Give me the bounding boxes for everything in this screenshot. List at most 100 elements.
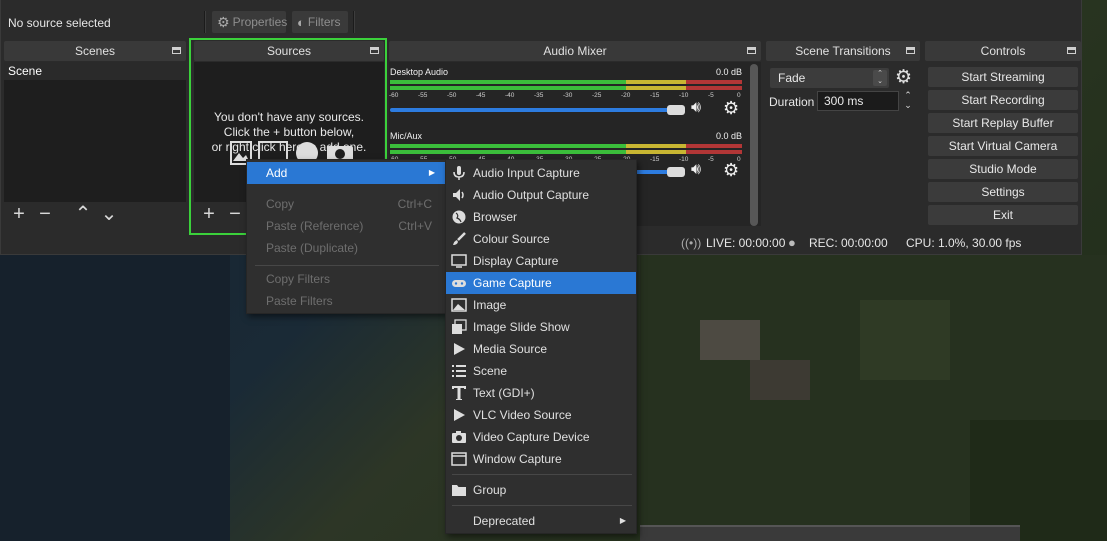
- undock-icon[interactable]: [172, 47, 181, 54]
- mic-aux-volume-handle[interactable]: [667, 167, 685, 177]
- mixer-scrollbar[interactable]: [750, 64, 758, 226]
- undock-icon[interactable]: [1067, 47, 1076, 54]
- settings-label: Settings: [981, 185, 1025, 199]
- menu-item-vlc-video-source[interactable]: VLC Video Source: [446, 404, 636, 426]
- move-down-icon[interactable]: ⌄: [100, 204, 118, 224]
- undock-icon[interactable]: [906, 47, 915, 54]
- menu-item-paste-filters[interactable]: Paste Filters: [247, 290, 445, 312]
- scenes-list[interactable]: Scene: [4, 62, 186, 202]
- media-source-label: Media Source: [473, 342, 548, 356]
- globe-icon: [451, 209, 467, 225]
- studio-mode-button[interactable]: Studio Mode: [928, 159, 1078, 179]
- exit-label: Exit: [992, 208, 1013, 222]
- mic-aux-label: Mic/Aux: [390, 131, 423, 141]
- desktop-audio-volume-handle[interactable]: [667, 105, 685, 115]
- meter-ticks: -60 -55 -50 -45 -40 -35 -30 -25 -20 -15 …: [389, 90, 745, 99]
- image-label: Image: [473, 298, 507, 312]
- scene-label: Scene: [473, 364, 508, 378]
- start-replay-buffer-label: Start Replay Buffer: [952, 116, 1054, 130]
- menu-item-colour-source[interactable]: Colour Source: [446, 228, 636, 250]
- menu-item-browser[interactable]: Browser: [446, 206, 636, 228]
- display-capture-label: Display Capture: [473, 254, 559, 268]
- desktop-audio-volume-slider[interactable]: [390, 108, 670, 112]
- spin-up-icon[interactable]: ⌃: [901, 90, 915, 100]
- tick-label: -10: [679, 92, 689, 99]
- menu-item-image[interactable]: Image: [446, 294, 636, 316]
- duration-input[interactable]: 300 ms: [817, 91, 899, 111]
- speaker-icon: [451, 187, 467, 203]
- add-source-submenu: Audio Input Capture Audio Output Capture…: [445, 159, 637, 534]
- menu-item-video-capture-device[interactable]: Video Capture Device: [446, 426, 636, 448]
- toolbar-separator: [204, 11, 206, 33]
- spin-down-icon[interactable]: ⌄: [901, 100, 915, 110]
- scene-item-label: Scene: [8, 64, 43, 78]
- exit-button[interactable]: Exit: [928, 205, 1078, 225]
- list-icon: [451, 363, 467, 379]
- tick-label: -30: [563, 92, 573, 99]
- menu-item-scene[interactable]: Scene: [446, 360, 636, 382]
- menu-item-window-capture[interactable]: Window Capture: [446, 448, 636, 470]
- tick-label: -15: [650, 92, 660, 99]
- colour-source-label: Colour Source: [473, 232, 550, 246]
- desktop-audio-meter: [390, 80, 742, 84]
- start-streaming-button[interactable]: Start Streaming: [928, 67, 1078, 87]
- play-icon: [451, 341, 467, 357]
- scenes-dock-title: Scenes: [4, 41, 186, 61]
- speaker-icon[interactable]: 🔊︎: [691, 161, 701, 179]
- menu-item-paste-duplicate[interactable]: Paste (Duplicate): [247, 237, 445, 259]
- duration-spinner[interactable]: ⌃ ⌄: [901, 90, 915, 112]
- menu-item-display-capture[interactable]: Display Capture: [446, 250, 636, 272]
- mic-aux-meter: [390, 144, 742, 148]
- filter-icon: ◐: [297, 14, 305, 30]
- menu-item-media-source[interactable]: Media Source: [446, 338, 636, 360]
- camera-icon: [451, 429, 467, 445]
- menu-item-copy[interactable]: Copy Ctrl+C: [247, 193, 445, 215]
- paste-filters-label: Paste Filters: [266, 294, 333, 308]
- add-scene-icon[interactable]: +: [10, 204, 28, 224]
- settings-button[interactable]: Settings: [928, 182, 1078, 202]
- menu-item-image-slide-show[interactable]: Image Slide Show: [446, 316, 636, 338]
- start-recording-button[interactable]: Start Recording: [928, 90, 1078, 110]
- gamepad-icon: [451, 275, 467, 291]
- vlc-video-source-label: VLC Video Source: [473, 408, 572, 422]
- start-virtual-camera-label: Start Virtual Camera: [948, 139, 1058, 153]
- menu-separator: [452, 505, 632, 506]
- gear-icon[interactable]: ⚙: [723, 98, 739, 119]
- remove-scene-icon[interactable]: −: [36, 204, 54, 224]
- menu-item-game-capture[interactable]: Game Capture: [446, 272, 636, 294]
- gear-icon[interactable]: ⚙: [723, 160, 739, 181]
- menu-item-text-gdi[interactable]: Text (GDI+): [446, 382, 636, 404]
- transition-select[interactable]: Fade ⌃ ⌄: [770, 68, 889, 88]
- move-up-icon[interactable]: ⌃: [74, 204, 92, 224]
- transition-gear-icon[interactable]: ⚙: [895, 66, 912, 89]
- toolbar-separator: [353, 11, 355, 33]
- menu-item-add[interactable]: Add ▶: [247, 162, 445, 184]
- scenes-title: Scenes: [74, 44, 116, 58]
- studio-mode-label: Studio Mode: [969, 162, 1037, 176]
- window-icon: [451, 451, 467, 467]
- menu-item-audio-input-capture[interactable]: Audio Input Capture: [446, 162, 636, 184]
- tick-label: -5: [708, 156, 714, 163]
- undock-icon[interactable]: [747, 47, 756, 54]
- menu-item-group[interactable]: Group: [446, 479, 636, 501]
- mixer-dock-title: Audio Mixer: [389, 41, 761, 61]
- speaker-icon[interactable]: 🔊︎: [691, 99, 701, 117]
- tick-label: -60: [389, 92, 399, 99]
- copy-filters-label: Copy Filters: [266, 272, 331, 286]
- start-virtual-camera-button[interactable]: Start Virtual Camera: [928, 136, 1078, 156]
- properties-label: Properties: [232, 15, 288, 29]
- start-replay-buffer-button[interactable]: Start Replay Buffer: [928, 113, 1078, 133]
- group-label: Group: [473, 483, 507, 497]
- menu-item-copy-filters[interactable]: Copy Filters: [247, 268, 445, 290]
- menu-item-deprecated[interactable]: Deprecated ▶: [446, 510, 636, 532]
- menu-item-audio-output-capture[interactable]: Audio Output Capture: [446, 184, 636, 206]
- properties-button[interactable]: ⚙ Properties: [212, 11, 288, 33]
- filters-button[interactable]: ◐ Filters: [292, 11, 348, 33]
- no-source-label: No source selected: [8, 16, 111, 30]
- scene-list-item[interactable]: Scene: [4, 62, 186, 80]
- menu-item-paste-reference[interactable]: Paste (Reference) Ctrl+V: [247, 215, 445, 237]
- copy-label: Copy: [266, 197, 295, 211]
- browser-label: Browser: [473, 210, 518, 224]
- start-recording-label: Start Recording: [961, 93, 1045, 107]
- scenes-toolbar: + − ⌃ ⌄: [4, 202, 186, 226]
